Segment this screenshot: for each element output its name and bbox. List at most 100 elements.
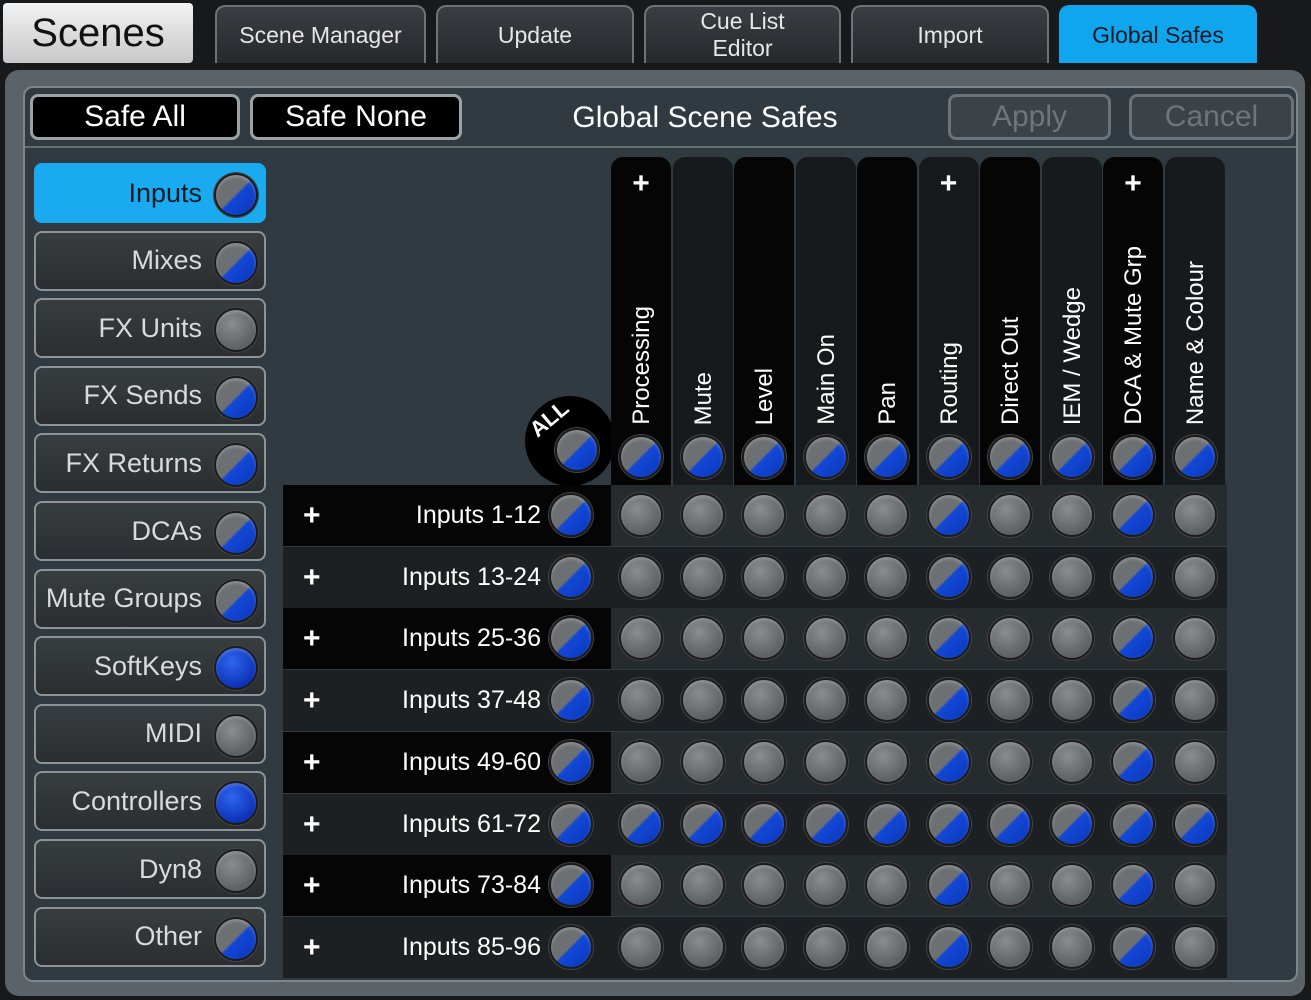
safe-knob-inputs-37-48-direct-out[interactable]: [988, 678, 1032, 723]
safe-knob-inputs-25-36-iem-wedge[interactable]: [1049, 616, 1094, 661]
safe-knob-inputs-49-60-processing[interactable]: [619, 739, 663, 784]
apply-button[interactable]: Apply: [948, 94, 1111, 140]
processing-column-knob[interactable]: [619, 435, 663, 479]
expand-icon[interactable]: +: [303, 794, 321, 855]
safe-knob-inputs-13-24-processing[interactable]: [619, 554, 663, 599]
safe-all-button[interactable]: Safe All: [30, 94, 240, 140]
tab-cue-list-editor[interactable]: Cue List Editor: [644, 5, 841, 63]
mixes-safe-knob[interactable]: [214, 240, 258, 285]
safe-knob-inputs-1-12-level[interactable]: [742, 493, 786, 537]
safe-knob-inputs-61-72-name-colour[interactable]: [1172, 801, 1217, 846]
expand-icon[interactable]: +: [303, 608, 321, 669]
cancel-button[interactable]: Cancel: [1129, 94, 1294, 140]
expand-icon[interactable]: +: [303, 732, 321, 793]
column-header-main-on[interactable]: Main On: [795, 157, 856, 485]
column-header-name-colour[interactable]: Name & Colour: [1164, 157, 1225, 485]
column-header-dca-mute-grp[interactable]: + DCA & Mute Grp: [1103, 157, 1163, 485]
pan-column-knob[interactable]: [865, 435, 909, 479]
inputs-61-72-row-knob[interactable]: [549, 801, 593, 846]
safe-knob-inputs-37-48-mute[interactable]: [680, 678, 725, 723]
inputs-25-36-row-knob[interactable]: [549, 616, 593, 661]
column-header-level[interactable]: Level: [734, 157, 794, 485]
tab-scene-manager[interactable]: Scene Manager: [215, 5, 426, 63]
expand-icon[interactable]: +: [611, 169, 671, 199]
dca-mute-grp-column-knob[interactable]: [1111, 435, 1155, 479]
mute-column-knob[interactable]: [680, 435, 725, 479]
inputs-73-84-row-knob[interactable]: [549, 863, 593, 908]
expand-icon[interactable]: +: [303, 547, 321, 608]
row-header-inputs-85-96[interactable]: + Inputs 85-96: [283, 916, 611, 978]
safe-knob-inputs-1-12-dca-mute-grp[interactable]: [1111, 493, 1155, 537]
expand-icon[interactable]: +: [303, 485, 321, 546]
fx-units-safe-knob[interactable]: [214, 308, 258, 353]
safe-knob-inputs-25-36-routing[interactable]: [926, 616, 971, 661]
safe-knob-inputs-1-12-iem-wedge[interactable]: [1049, 493, 1094, 537]
safe-knob-inputs-13-24-name-colour[interactable]: [1172, 554, 1217, 599]
dcas-safe-knob[interactable]: [214, 511, 258, 555]
expand-icon[interactable]: +: [919, 169, 979, 199]
safe-knob-inputs-61-72-iem-wedge[interactable]: [1049, 801, 1094, 846]
safe-knob-inputs-25-36-main-on[interactable]: [803, 616, 848, 661]
inputs-37-48-row-knob[interactable]: [549, 678, 593, 723]
safe-knob-inputs-37-48-level[interactable]: [742, 678, 786, 723]
safe-knob-inputs-13-24-routing[interactable]: [926, 554, 971, 599]
softkeys-safe-knob[interactable]: [214, 646, 258, 691]
safe-none-button[interactable]: Safe None: [250, 94, 462, 140]
safe-knob-inputs-61-72-main-on[interactable]: [803, 801, 848, 846]
safe-knob-inputs-73-84-level[interactable]: [742, 863, 786, 908]
safe-knob-inputs-49-60-mute[interactable]: [680, 739, 725, 784]
safe-knob-inputs-13-24-dca-mute-grp[interactable]: [1111, 554, 1155, 599]
safe-knob-inputs-73-84-direct-out[interactable]: [988, 863, 1032, 908]
safe-knob-inputs-37-48-main-on[interactable]: [803, 678, 848, 723]
sidebar-item-midi[interactable]: MIDI: [34, 703, 266, 764]
safe-knob-inputs-25-36-name-colour[interactable]: [1172, 616, 1217, 661]
safe-knob-inputs-37-48-routing[interactable]: [926, 678, 971, 723]
tab-global-safes[interactable]: Global Safes: [1059, 5, 1257, 63]
safe-knob-inputs-85-96-pan[interactable]: [865, 924, 909, 969]
safe-knob-inputs-73-84-iem-wedge[interactable]: [1049, 863, 1094, 908]
sidebar-item-softkeys[interactable]: SoftKeys: [34, 636, 266, 697]
safe-knob-inputs-13-24-direct-out[interactable]: [988, 554, 1032, 599]
safe-knob-inputs-73-84-processing[interactable]: [619, 863, 663, 908]
safe-knob-inputs-25-36-mute[interactable]: [680, 616, 725, 661]
sidebar-item-inputs[interactable]: Inputs: [34, 163, 266, 223]
name-colour-column-knob[interactable]: [1172, 435, 1217, 479]
sidebar-item-fx-returns[interactable]: FX Returns: [34, 433, 266, 494]
safe-knob-inputs-73-84-main-on[interactable]: [803, 863, 848, 908]
safe-knob-inputs-49-60-iem-wedge[interactable]: [1049, 739, 1094, 784]
row-header-inputs-61-72[interactable]: + Inputs 61-72: [283, 793, 611, 855]
inputs-13-24-row-knob[interactable]: [549, 554, 593, 599]
row-header-inputs-13-24[interactable]: + Inputs 13-24: [283, 546, 611, 608]
safe-knob-inputs-49-60-pan[interactable]: [865, 739, 909, 784]
safe-knob-inputs-37-48-pan[interactable]: [865, 678, 909, 723]
safe-knob-inputs-37-48-name-colour[interactable]: [1172, 678, 1217, 723]
safe-knob-inputs-13-24-iem-wedge[interactable]: [1049, 554, 1094, 599]
safe-knob-inputs-73-84-name-colour[interactable]: [1172, 863, 1217, 908]
safe-knob-inputs-1-12-direct-out[interactable]: [988, 493, 1032, 537]
column-header-processing[interactable]: + Processing: [611, 157, 671, 485]
sidebar-item-mixes[interactable]: Mixes: [34, 230, 266, 291]
fx-returns-safe-knob[interactable]: [214, 443, 258, 488]
row-header-inputs-37-48[interactable]: + Inputs 37-48: [283, 670, 611, 732]
safe-knob-inputs-61-72-mute[interactable]: [680, 801, 725, 846]
safe-knob-inputs-49-60-name-colour[interactable]: [1172, 739, 1217, 784]
other-safe-knob[interactable]: [214, 916, 258, 961]
safe-knob-inputs-85-96-level[interactable]: [742, 924, 786, 969]
safe-knob-inputs-1-12-main-on[interactable]: [803, 493, 848, 537]
sidebar-item-mute-groups[interactable]: Mute Groups: [34, 568, 266, 629]
sidebar-item-dcas[interactable]: DCAs: [34, 501, 266, 561]
safe-knob-inputs-85-96-processing[interactable]: [619, 924, 663, 969]
controllers-safe-knob[interactable]: [214, 781, 258, 826]
tab-update[interactable]: Update: [436, 5, 634, 63]
safe-knob-inputs-13-24-mute[interactable]: [680, 554, 725, 599]
iem-wedge-column-knob[interactable]: [1049, 435, 1094, 479]
safe-knob-inputs-25-36-pan[interactable]: [865, 616, 909, 661]
safe-knob-inputs-25-36-direct-out[interactable]: [988, 616, 1032, 661]
safe-knob-inputs-85-96-name-colour[interactable]: [1172, 924, 1217, 969]
safe-knob-inputs-85-96-iem-wedge[interactable]: [1049, 924, 1094, 969]
safe-knob-inputs-37-48-dca-mute-grp[interactable]: [1111, 678, 1155, 723]
inputs-1-12-row-knob[interactable]: [549, 493, 593, 537]
midi-safe-knob[interactable]: [214, 713, 258, 758]
safe-knob-inputs-1-12-pan[interactable]: [865, 493, 909, 537]
safe-knob-inputs-85-96-main-on[interactable]: [803, 924, 848, 969]
